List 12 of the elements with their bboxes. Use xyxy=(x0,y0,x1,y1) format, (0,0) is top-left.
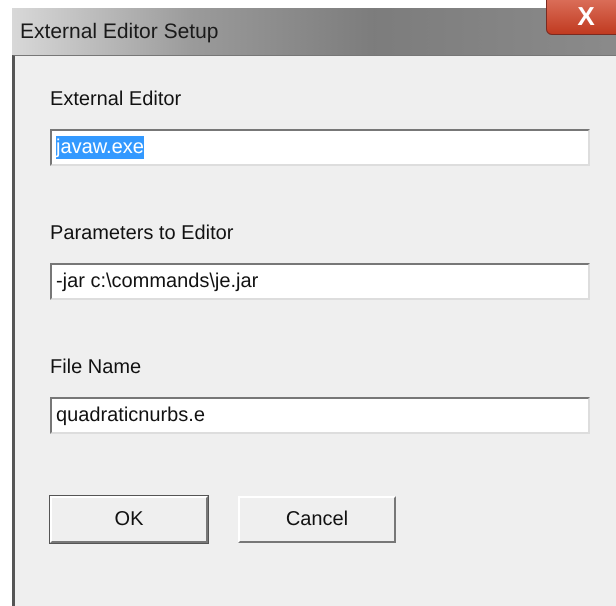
field-label: File Name xyxy=(50,356,142,380)
input-field[interactable]: -jar c:\commands\je.jar xyxy=(50,263,590,300)
field-value: javaw.exe xyxy=(56,136,144,159)
ok-button[interactable]: OK xyxy=(50,496,208,543)
cancel-button[interactable]: Cancel xyxy=(238,496,396,543)
field-label: External Editor xyxy=(50,88,182,112)
field-value: -jar c:\commands\je.jar xyxy=(56,270,258,293)
window-title: External Editor Setup xyxy=(20,20,218,44)
field-label: Parameters to Editor xyxy=(50,222,234,246)
input-field[interactable]: quadraticnurbs.e xyxy=(50,397,590,434)
field-value: quadraticnurbs.e xyxy=(56,404,205,427)
close-button[interactable]: X xyxy=(546,0,616,35)
